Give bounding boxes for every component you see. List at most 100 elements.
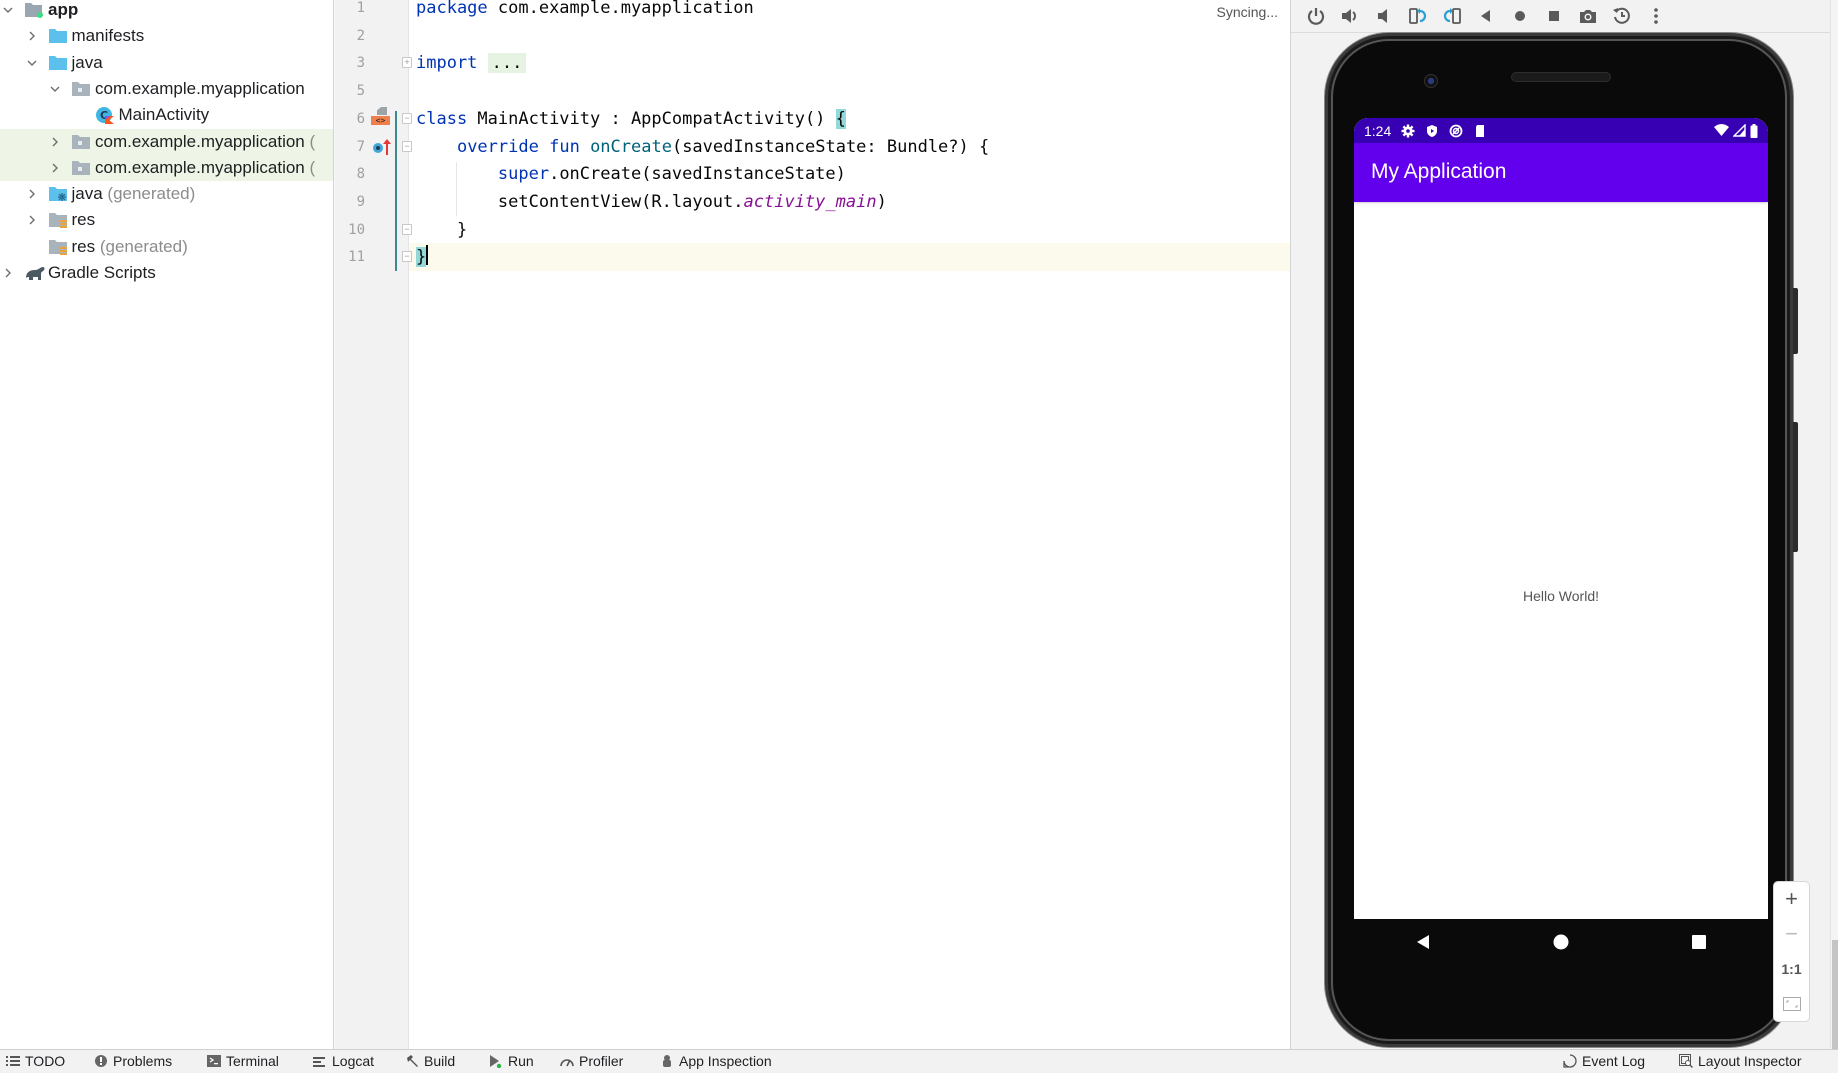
overview-button[interactable] [1537, 3, 1571, 29]
device-screen[interactable]: 1:24 My Application Hello World! [1354, 118, 1768, 919]
line-number: 8 [356, 166, 365, 182]
zoom-out-button[interactable]: − [1777, 920, 1807, 948]
tool-window-todo[interactable]: TODO [6, 1053, 65, 1069]
text-caret [426, 245, 429, 265]
tree-item[interactable]: app [0, 0, 333, 23]
tree-item[interactable]: com.example.myapplication ( [0, 155, 333, 181]
package-icon [71, 133, 91, 151]
tree-item[interactable]: java [0, 50, 333, 76]
home-button[interactable] [1503, 3, 1537, 29]
tree-item-name: com.example.myapplication [95, 132, 305, 151]
code-line[interactable]: } [416, 244, 429, 272]
tool-window-logcat[interactable]: Logcat [313, 1053, 374, 1069]
keyword-token: package [416, 0, 488, 18]
nav-overview-button[interactable] [1690, 933, 1708, 956]
line-number: 9 [356, 194, 365, 210]
code-line[interactable]: super.onCreate(savedInstanceState) [416, 161, 846, 189]
tree-item[interactable]: res (generated) [0, 234, 333, 260]
volume-up-button[interactable] [1333, 3, 1367, 29]
tree-item[interactable]: com.example.myapplication [0, 76, 333, 102]
line-number: 3 [356, 55, 365, 71]
tree-item[interactable]: manifests [0, 23, 333, 49]
code-line[interactable]: class MainActivity : AppCompatActivity()… [416, 106, 846, 134]
chevron-right-icon[interactable] [26, 188, 38, 200]
rotate-right-icon [1443, 8, 1461, 24]
chevron-right-icon[interactable] [26, 214, 38, 226]
code-line[interactable]: override fun onCreate(savedInstanceState… [416, 134, 989, 162]
fold-end-icon[interactable]: − [402, 251, 412, 262]
current-line-highlight [409, 243, 1290, 271]
override-method-icon[interactable] [373, 138, 393, 156]
folded-imports[interactable]: ... [487, 53, 527, 73]
tool-window-layout-inspector[interactable]: Layout Inspector [1679, 1053, 1802, 1069]
vcs-change-marker[interactable] [395, 111, 397, 271]
emulator-panel: 1:24 My Application Hello World! + − 1:1 [1290, 0, 1838, 1049]
tool-window-label: TODO [25, 1053, 66, 1069]
tool-window-build[interactable]: Build [405, 1053, 455, 1069]
power-side-button[interactable] [1793, 288, 1798, 354]
chevron-down-icon[interactable] [2, 4, 14, 16]
volume-side-button[interactable] [1793, 422, 1798, 552]
code-token: com.example.myapplication [487, 0, 754, 18]
tool-window-profiler[interactable]: Profiler [560, 1053, 623, 1069]
code-line[interactable]: } [416, 217, 467, 245]
fold-end-icon[interactable]: − [402, 224, 412, 235]
code-token: ) [876, 192, 887, 212]
nav-home-button[interactable] [1552, 933, 1570, 956]
status-right-icons [1714, 123, 1758, 138]
chevron-down-icon[interactable] [26, 57, 38, 69]
tool-window-problems[interactable]: Problems [94, 1053, 172, 1069]
chevron-down-icon[interactable] [49, 83, 61, 95]
tree-item[interactable]: res [0, 207, 333, 233]
more-button[interactable] [1639, 3, 1673, 29]
res-folder-icon [48, 211, 68, 229]
scrollbar-thumb[interactable] [1832, 940, 1838, 1049]
power-button[interactable] [1299, 3, 1333, 29]
nav-back-button[interactable] [1414, 933, 1432, 956]
tool-window-terminal[interactable]: Terminal [207, 1053, 279, 1069]
zoom-fit-button[interactable] [1777, 990, 1807, 1018]
line-number: 1 [356, 0, 365, 16]
tree-item-name: Gradle Scripts [48, 263, 156, 282]
code-line[interactable]: package com.example.myapplication [416, 0, 754, 23]
emulator-scrollbar[interactable] [1830, 0, 1838, 1049]
tree-item[interactable]: com.example.myapplication ( [0, 129, 333, 155]
tool-window-event-log[interactable]: Event Log [1563, 1053, 1645, 1069]
tree-item-label: app [48, 0, 78, 20]
rotate-right-button[interactable] [1435, 3, 1469, 29]
tree-item[interactable]: java (generated) [0, 181, 333, 207]
snapshot-button[interactable] [1605, 3, 1639, 29]
fold-expand-icon[interactable]: + [402, 57, 412, 68]
chevron-right-icon[interactable] [2, 267, 14, 279]
nav-overview-icon [1692, 934, 1706, 949]
tree-item-name: com.example.myapplication [95, 158, 305, 177]
screenshot-button[interactable] [1571, 3, 1605, 29]
back-button[interactable] [1469, 3, 1503, 29]
fold-collapse-icon[interactable]: − [402, 113, 412, 124]
tree-item-name: res [71, 210, 96, 229]
zoom-actual-size-button[interactable]: 1:1 [1777, 955, 1807, 983]
volume-down-button[interactable] [1367, 3, 1401, 29]
screenshot-icon [1580, 10, 1596, 23]
tree-item[interactable]: C MainActivity [0, 102, 333, 128]
layout-inspector-icon [1679, 1054, 1693, 1068]
code-line[interactable]: setContentView(R.layout.activity_main) [416, 189, 887, 217]
chevron-right-icon[interactable] [49, 136, 61, 148]
code-editor[interactable]: Syncing... package com.example.myapplica… [402, 0, 1290, 1049]
tree-item[interactable]: Gradle Scripts [0, 260, 333, 286]
chevron-right-icon[interactable] [49, 162, 61, 174]
fold-collapse-icon[interactable]: − [402, 141, 412, 152]
code-line[interactable]: import ... [416, 50, 527, 78]
line-number: 11 [348, 249, 365, 265]
zoom-in-button[interactable]: + [1777, 885, 1807, 913]
tree-item-suffix: (generated) [95, 237, 188, 256]
layout-preview-icon[interactable]: <> [371, 107, 390, 126]
settings-notification-icon [1401, 124, 1415, 137]
gradle-icon [24, 264, 45, 282]
tool-window-app-inspection[interactable]: App Inspection [660, 1053, 772, 1069]
rotate-left-button[interactable] [1401, 3, 1435, 29]
overview-icon [1549, 11, 1559, 21]
tool-window-run[interactable]: Run [489, 1053, 534, 1069]
chevron-right-icon[interactable] [26, 30, 38, 42]
earpiece-speaker [1511, 72, 1611, 82]
